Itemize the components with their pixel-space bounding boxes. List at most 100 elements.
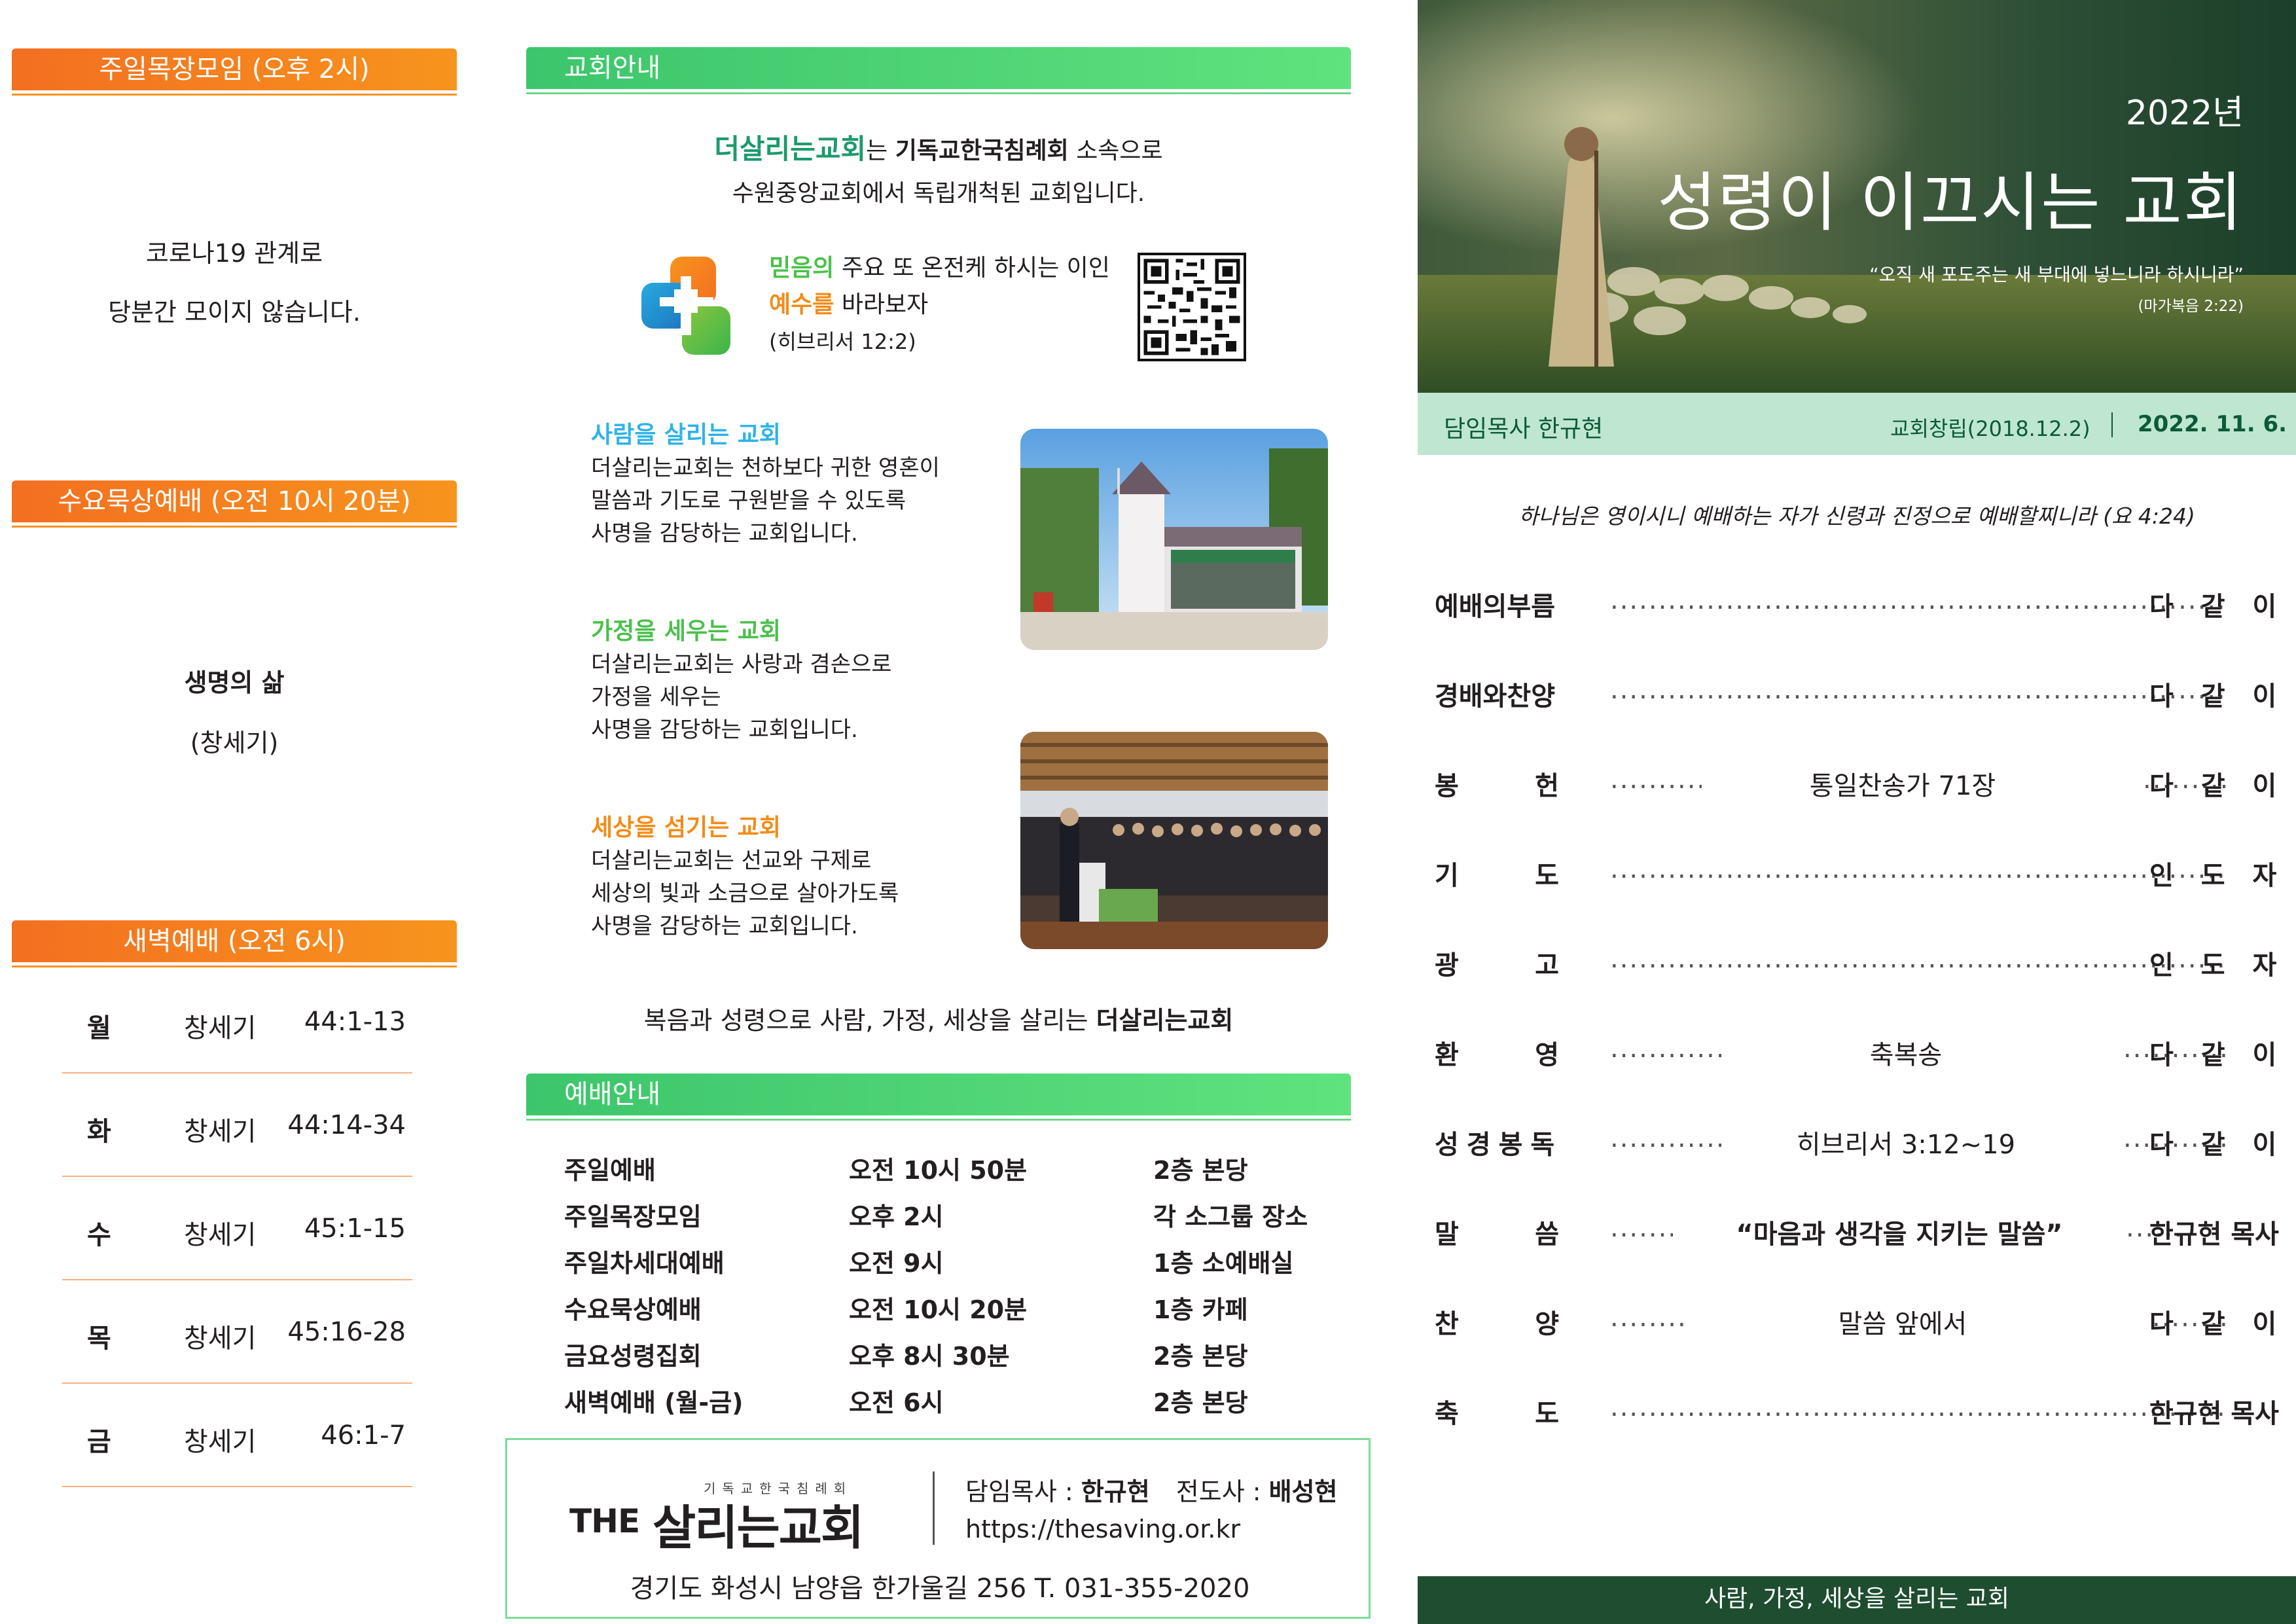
wednesday-header: 수요묵상예배 (오전 10시 20분) bbox=[12, 480, 457, 522]
order-row: 광고 .....................................… bbox=[1435, 944, 2292, 990]
order-label-char: 씀 bbox=[1535, 1219, 1559, 1250]
dawn-day: 수 bbox=[87, 1220, 111, 1250]
year: 2022년 bbox=[2125, 94, 2244, 133]
notice-line-2: 당분간 모이지 않습니다. bbox=[108, 298, 361, 327]
info-bar: 담임목사 한규현 교회창립(2018.12.2) 2022. 11. 6. bbox=[1418, 393, 2296, 455]
worship-place: 각 소그룹 장소 bbox=[1153, 1202, 1308, 1231]
leader-dots: ........................................… bbox=[1610, 854, 2225, 884]
order-label-char: 축 bbox=[1435, 1399, 1459, 1429]
worship-row: 금요성령집회 오후 8시 30분 2층 본당 bbox=[564, 1336, 1350, 1382]
dawn-day: 목 bbox=[87, 1324, 111, 1354]
dawn-book: 창세기 bbox=[184, 1427, 257, 1457]
dawn-row: 수 창세기 45:1-15 bbox=[62, 1177, 412, 1280]
header-rule bbox=[526, 92, 1351, 94]
order-row: 환영 ............. 축복송 ............. 다 같 이 bbox=[1435, 1034, 2292, 1079]
order-item: 말씀 앞에서 bbox=[1838, 1309, 1967, 1339]
order-row: 예배의부름 ..................................… bbox=[1435, 585, 2292, 631]
evangelist-label: 전도사 : bbox=[1175, 1477, 1269, 1506]
evangelist-name: 배성현 bbox=[1268, 1477, 1338, 1506]
order-row: 축도 .....................................… bbox=[1435, 1392, 2292, 1438]
separator bbox=[2111, 412, 2113, 437]
middle-panel: 교회안내 더살리는교회는 기독교한국침례회 소속으로 수원중앙교회에서 독립개척… bbox=[504, 0, 1381, 1624]
dawn-day: 월 bbox=[87, 1013, 111, 1043]
worship-time: 오후 2시 bbox=[849, 1202, 944, 1231]
verse-text: 바라보자 bbox=[834, 291, 929, 318]
feature-title: 가정을 세우는 교회 bbox=[591, 618, 781, 645]
worship-name: 주일차세대예배 bbox=[564, 1249, 725, 1278]
sermon-title: “마음과 생각을 지키는 말씀” bbox=[1736, 1219, 2063, 1250]
order-row: 기도 .....................................… bbox=[1435, 854, 2292, 900]
order-row: 경배와찬양 ..................................… bbox=[1435, 675, 2292, 721]
worship-name: 금요성령집회 bbox=[564, 1342, 702, 1371]
logo-the: THE bbox=[569, 1502, 640, 1540]
feature-family: 가정을 세우는 교회 더살리는교회는 사랑과 겸손으로 가정을 세우는 사명을 … bbox=[591, 615, 1010, 746]
staff-line: 담임목사 : 한규현 전도사 : 배성현 bbox=[965, 1471, 1338, 1507]
order-leader: 다 같 이 bbox=[2149, 771, 2286, 801]
worship-row: 새벽예배 (월-금) 오전 6시 2층 본당 bbox=[564, 1382, 1350, 1428]
order-label: 기도 bbox=[1435, 854, 1559, 892]
header-rule bbox=[12, 965, 457, 967]
wednesday-subject: 생명의 삶 bbox=[184, 668, 285, 697]
order-row: 찬양 ......... 말씀 앞에서 ........ 다 같 이 bbox=[1435, 1303, 2292, 1348]
feature-line: 가정을 세우는 bbox=[591, 684, 721, 710]
leader-dots: ....... bbox=[1610, 1213, 1673, 1243]
order-leader: 다 같 이 bbox=[2149, 1130, 2286, 1160]
worship-time: 오후 8시 30분 bbox=[849, 1342, 1010, 1371]
order-leader: 다 같 이 bbox=[2149, 681, 2286, 712]
address: 경기도 화성시 남양읍 한가울길 256 T. 031-355-2020 bbox=[630, 1574, 1250, 1604]
worship-time: 오전 9시 bbox=[849, 1249, 944, 1278]
dawn-book: 창세기 bbox=[184, 1117, 257, 1147]
website-link[interactable]: https://thesaving.or.kr bbox=[965, 1515, 1240, 1543]
dawn-row: 화 창세기 44:14-34 bbox=[62, 1074, 412, 1177]
bulletin-date: 2022. 11. 6. bbox=[2138, 411, 2287, 437]
leader-dots: ........................................… bbox=[1610, 1392, 2225, 1422]
worship-header: 예배안내 bbox=[526, 1074, 1351, 1115]
worship-row: 수요묵상예배 오전 10시 20분 1층 카페 bbox=[564, 1290, 1350, 1335]
order-label-char: 환 bbox=[1435, 1040, 1459, 1070]
order-label-char: 헌 bbox=[1535, 771, 1559, 801]
qr-code-icon[interactable] bbox=[1138, 253, 1246, 361]
cover-title: 성령이 이끄시는 교회 bbox=[1657, 166, 2244, 240]
cover-quote-ref: (마가복음 2:22) bbox=[2138, 298, 2244, 315]
order-leader: 다 같 이 bbox=[2149, 1040, 2286, 1070]
order-label-char: 영 bbox=[1535, 1040, 1559, 1070]
order-label-char: 찬 bbox=[1435, 1309, 1459, 1339]
dawn-day: 금 bbox=[87, 1427, 111, 1457]
order-leader: 다 같 이 bbox=[2149, 592, 2286, 622]
worship-row: 주일목장모임 오후 2시 각 소그룹 장소 bbox=[564, 1197, 1350, 1242]
dawn-row: 월 창세기 44:1-13 bbox=[62, 970, 412, 1074]
order-label: 예배의부름 bbox=[1435, 592, 1555, 622]
leader-dots: ............. bbox=[1610, 1123, 1721, 1153]
cover-quote: “오직 새 포도주는 새 부대에 넣느니라 하시니라” bbox=[1869, 264, 2244, 285]
leader-dots: .......... bbox=[1610, 765, 1702, 795]
header-rule bbox=[12, 526, 457, 528]
order-row: 말씀 ....... “마음과 생각을 지키는 말씀” ...... 한규현 목… bbox=[1435, 1213, 2292, 1259]
order-label-char: 도 bbox=[1535, 861, 1559, 891]
church-info-header: 교회안내 bbox=[526, 47, 1351, 89]
order-label-char: 봉 bbox=[1435, 771, 1459, 801]
worship-place: 2층 본당 bbox=[1153, 1156, 1248, 1185]
pastor-name: 한규현 bbox=[1081, 1477, 1150, 1506]
order-row: 봉헌 .......... 통일찬송가 71장 .......... 다 같 이 bbox=[1435, 765, 2292, 810]
intro-text: 소속으로 bbox=[1068, 137, 1163, 164]
feature-line: 더살리는교회는 사랑과 겸손으로 bbox=[591, 651, 892, 677]
denomination: 기독교한국침례회 bbox=[895, 137, 1069, 164]
order-item: 히브리서 3:12~19 bbox=[1796, 1130, 2016, 1160]
order-row: 성경봉독 ............. 히브리서 3:12~19 ........… bbox=[1435, 1123, 2292, 1169]
worship-time: 오전 10시 20분 bbox=[849, 1295, 1028, 1324]
worship-row: 주일예배 오전 10시 50분 2층 본당 bbox=[564, 1150, 1350, 1196]
congregation-photo bbox=[1020, 732, 1328, 949]
epigraph: 하나님은 영이시니 예배하는 자가 신령과 진정으로 예배할찌니라 (요 4:2… bbox=[1518, 503, 2195, 529]
feature-people: 사람을 살리는 교회 더살리는교회는 천하보다 귀한 영혼이 말씀과 기도로 구… bbox=[591, 419, 1010, 550]
order-label: 경배와찬양 bbox=[1435, 681, 1555, 712]
verse-reference: (히브리서 12:2) bbox=[769, 329, 916, 354]
church-name: 더살리는교회 bbox=[714, 133, 867, 165]
order-leader: 인 도 자 bbox=[2149, 861, 2286, 891]
order-leader: 한규현 목사 bbox=[2149, 1399, 2279, 1429]
order-leader: 한규현 목사 bbox=[2149, 1219, 2279, 1250]
order-label: 축도 bbox=[1435, 1392, 1559, 1430]
worship-name: 주일목장모임 bbox=[564, 1202, 702, 1231]
worship-place: 2층 본당 bbox=[1153, 1388, 1248, 1417]
dawn-verse: 46:1-7 bbox=[321, 1420, 406, 1451]
dawn-day: 화 bbox=[87, 1117, 111, 1147]
